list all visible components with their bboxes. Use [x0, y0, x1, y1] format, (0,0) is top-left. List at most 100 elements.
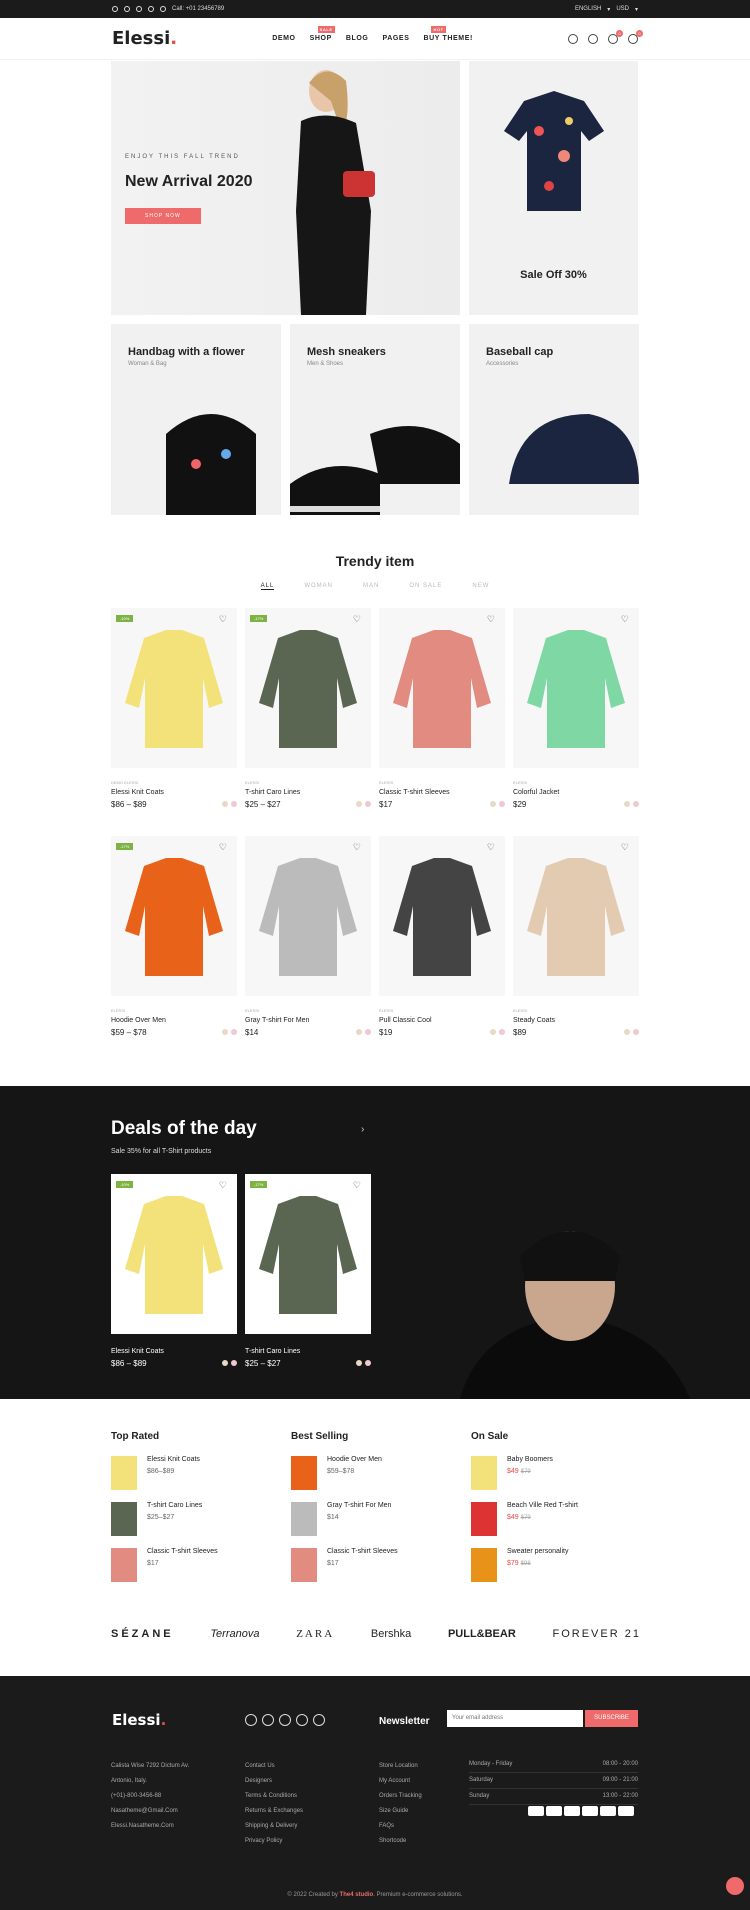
product-thumb[interactable] [291, 1502, 317, 1536]
product-thumb[interactable] [291, 1548, 317, 1582]
tab-on-sale[interactable]: ON SALE [409, 583, 442, 590]
user-icon[interactable] [588, 33, 598, 44]
brand-sezane[interactable]: SÉZANE [111, 1628, 174, 1640]
product-name[interactable]: Classic T-shirt Sleeves [379, 789, 505, 796]
brand-forever21[interactable]: FOREVER 21 [553, 1628, 641, 1640]
color-swatches[interactable] [353, 1359, 371, 1368]
tab-man[interactable]: MAN [363, 583, 379, 590]
product-thumb[interactable] [471, 1456, 497, 1490]
footer-link[interactable]: FAQs [379, 1819, 422, 1834]
color-swatches[interactable] [219, 800, 237, 809]
product-name[interactable]: Hoodie Over Men [111, 1017, 237, 1024]
list-item[interactable]: Classic T-shirt Sleeves $17 [291, 1548, 461, 1582]
color-swatches[interactable] [621, 800, 639, 809]
list-item[interactable]: Elessi Knit Coats $86–$89 [111, 1456, 281, 1490]
product-card[interactable]: -10% ♡ DEMO ELESSI Elessi Knit Coats $86 – $… [111, 608, 237, 809]
product-thumb[interactable] [111, 1548, 137, 1582]
footer-link[interactable]: My Account [379, 1774, 422, 1789]
heart-icon[interactable]: 0 [608, 29, 623, 44]
footer-link[interactable]: Terms & Conditions [245, 1789, 303, 1804]
footer-link[interactable]: Size Guide [379, 1804, 422, 1819]
back-to-top-button[interactable] [726, 1877, 744, 1895]
brand-terranova[interactable]: Terranova [210, 1628, 259, 1640]
list-item[interactable]: Hoodie Over Men $59–$78 [291, 1456, 461, 1490]
product-card[interactable]: -17% ♡ ELESSI Hoodie Over Men $59 – $78 [111, 836, 237, 1037]
product-image[interactable]: -10% ♡ [111, 1174, 237, 1334]
product-card[interactable]: ♡ ELESSI Classic T-shirt Sleeves $17 [379, 608, 505, 809]
color-swatches[interactable] [621, 1028, 639, 1037]
list-item[interactable]: T-shirt Caro Lines $25–$27 [111, 1502, 281, 1536]
pinterest-icon[interactable] [296, 1714, 308, 1726]
logo[interactable]: Elessi. [112, 28, 177, 49]
google-plus-icon[interactable] [279, 1714, 291, 1726]
category-sneakers[interactable]: Mesh sneakers Men & Shoes [290, 324, 460, 515]
wishlist-icon[interactable]: ♡ [353, 842, 361, 853]
search-icon[interactable] [568, 33, 578, 44]
product-name[interactable]: Pull Classic Cool [379, 1017, 505, 1024]
product-image[interactable]: -17% ♡ [111, 836, 237, 996]
product-card[interactable]: ♡ ELESSI Pull Classic Cool $19 [379, 836, 505, 1037]
hero-banner[interactable]: ENJOY THIS FALL TREND New Arrival 2020 S… [111, 61, 460, 315]
product-name[interactable]: T-shirt Caro Lines [245, 1348, 371, 1355]
nav-shop[interactable]: SHOP SALE [310, 26, 335, 42]
wishlist-icon[interactable]: ♡ [487, 842, 495, 853]
product-image[interactable]: -17% ♡ [245, 1174, 371, 1334]
twitter-icon[interactable] [262, 1714, 274, 1726]
product-thumb[interactable] [471, 1548, 497, 1582]
product-name[interactable]: Elessi Knit Coats [111, 789, 237, 796]
nav-blog[interactable]: BLOG [346, 35, 369, 42]
footer-link[interactable]: Returns & Exchanges [245, 1804, 303, 1819]
nav-buy-theme[interactable]: BUY THEME! HOT [423, 26, 472, 42]
product-card[interactable]: ♡ ELESSI Gray T-shirt For Men $14 [245, 836, 371, 1037]
category-handbag[interactable]: Handbag with a flower Woman & Bag [111, 324, 281, 515]
wishlist-icon[interactable]: ♡ [353, 614, 361, 625]
list-item[interactable]: Baby Boomers $49 $79 [471, 1456, 641, 1490]
cart-icon[interactable]: 0 [628, 29, 643, 44]
product-image[interactable]: ♡ [513, 836, 639, 996]
wishlist-icon[interactable]: ♡ [219, 842, 227, 853]
product-image[interactable]: ♡ [379, 608, 505, 768]
footer-link[interactable]: Orders Tracking [379, 1789, 422, 1804]
tab-all[interactable]: ALL [260, 583, 275, 590]
color-swatches[interactable] [353, 800, 371, 809]
product-image[interactable]: ♡ [379, 836, 505, 996]
brand-pullbear[interactable]: PULL&BEAR [448, 1628, 516, 1640]
footer-logo[interactable]: Elessi. [112, 1711, 166, 1729]
color-swatches[interactable] [219, 1359, 237, 1368]
footer-link[interactable]: Shortcode [379, 1834, 422, 1849]
brand-zara[interactable]: ZARA [296, 1628, 334, 1640]
product-name[interactable]: T-shirt Caro Lines [245, 789, 371, 796]
product-card[interactable]: ♡ ELESSI Steady Coats $89 [513, 836, 639, 1037]
facebook-icon[interactable] [245, 1714, 257, 1726]
product-name[interactable]: Steady Coats [513, 1017, 639, 1024]
wishlist-icon[interactable]: ♡ [487, 614, 495, 625]
category-cap[interactable]: Baseball cap Accessories [469, 324, 639, 515]
currency-select[interactable]: USD [616, 6, 629, 12]
language-select[interactable]: ENGLISH [575, 6, 601, 12]
nav-pages[interactable]: PAGES [382, 35, 409, 42]
product-image[interactable]: -10% ♡ [111, 608, 237, 768]
product-image[interactable]: ♡ [513, 608, 639, 768]
twitter-icon[interactable] [124, 6, 130, 12]
email-field[interactable]: Your email address [447, 1710, 583, 1727]
wishlist-icon[interactable]: ♡ [621, 614, 629, 625]
nav-demo[interactable]: DEMO [272, 35, 295, 42]
pinterest-icon[interactable] [148, 6, 154, 12]
list-item[interactable]: Classic T-shirt Sleeves $17 [111, 1548, 281, 1582]
sale-banner[interactable]: Sale Off 30% [469, 61, 638, 315]
product-card[interactable]: ♡ ELESSI Colorful Jacket $29 [513, 608, 639, 809]
list-item[interactable]: Gray T-shirt For Men $14 [291, 1502, 461, 1536]
footer-link[interactable]: Designers [245, 1774, 303, 1789]
wishlist-icon[interactable]: ♡ [219, 1180, 227, 1191]
product-name[interactable]: Gray T-shirt For Men [245, 1017, 371, 1024]
subscribe-button[interactable]: SUBSCRIBE [585, 1710, 638, 1727]
instagram-icon[interactable] [160, 6, 166, 12]
color-swatches[interactable] [219, 1028, 237, 1037]
footer-link[interactable]: Contact Us [245, 1759, 303, 1774]
footer-link[interactable]: Store Location [379, 1759, 422, 1774]
product-card[interactable]: -10% ♡ Elessi Knit Coats $86 – $89 [111, 1174, 237, 1368]
product-image[interactable]: ♡ [245, 836, 371, 996]
product-card[interactable]: -17% ♡ ELESSI T-shirt Caro Lines $25 – $27 [245, 608, 371, 809]
list-item[interactable]: Beach Ville Red T-shirt $49 $79 [471, 1502, 641, 1536]
wishlist-icon[interactable]: ♡ [353, 1180, 361, 1191]
